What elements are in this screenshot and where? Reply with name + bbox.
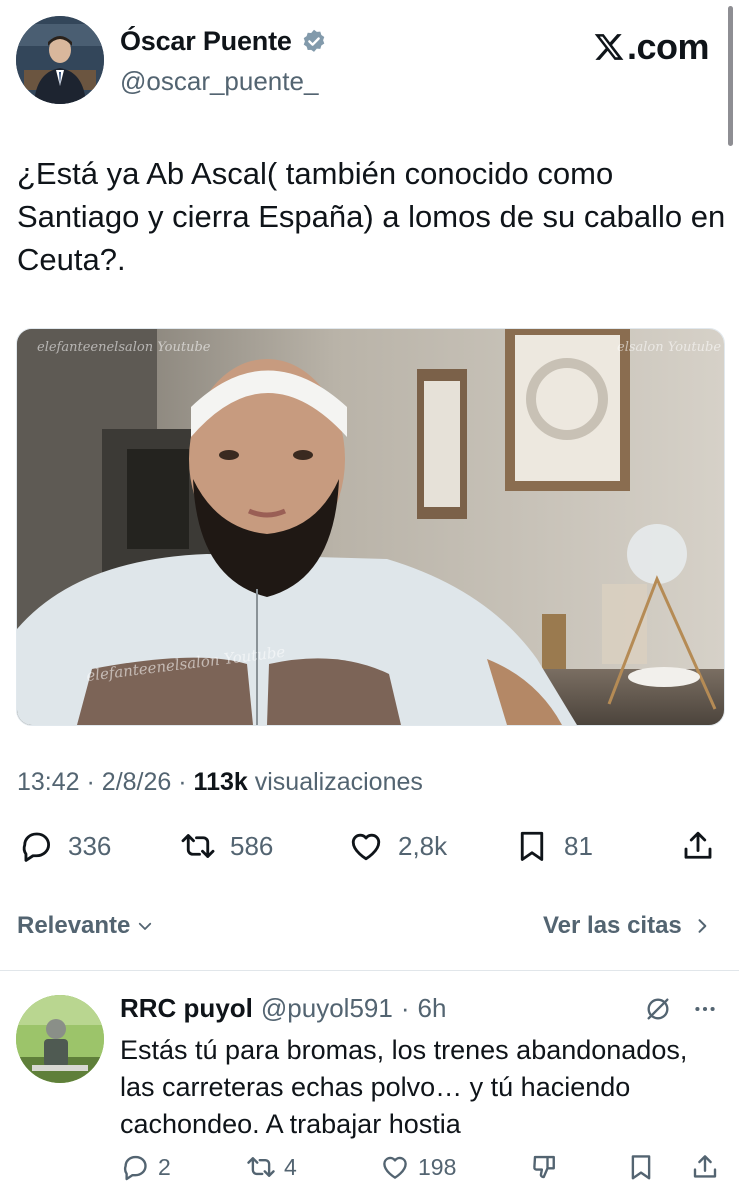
reply-button[interactable]: 336 <box>18 828 111 864</box>
bookmark-icon <box>631 1155 651 1180</box>
scrollbar[interactable] <box>728 6 733 146</box>
heart-icon <box>383 1156 407 1179</box>
video-frame: elefanteenelsalon Youtube elsalon Youtub… <box>17 329 724 725</box>
reply-header: RRC puyol @puyol591 · 6h <box>120 993 446 1024</box>
like-button[interactable]: 2,8k <box>348 828 447 864</box>
reply-time[interactable]: 6h <box>418 993 447 1024</box>
reply-avatar[interactable] <box>16 995 104 1083</box>
reply-reply-button[interactable]: 2 <box>120 1152 171 1182</box>
repost-icon <box>181 834 215 858</box>
view-quotes-link[interactable]: Ver las citas <box>543 912 712 940</box>
dislike-icon <box>533 1155 555 1179</box>
author-name[interactable]: Óscar Puente <box>120 26 328 57</box>
views-count[interactable]: 113k <box>194 768 248 796</box>
author-avatar[interactable] <box>16 16 104 104</box>
tweet-text: ¿Está ya Ab Ascal( también conocido como… <box>17 156 726 277</box>
x-brand: .com <box>593 26 710 68</box>
reply-reply-count: 2 <box>158 1153 171 1180</box>
divider <box>0 970 739 971</box>
grok-icon[interactable] <box>644 995 672 1023</box>
comment-icon <box>123 1155 147 1181</box>
reply-repost-button[interactable]: 4 <box>246 1152 297 1182</box>
tweet-date[interactable]: 2/8/26 <box>102 768 172 796</box>
share-icon <box>693 1155 717 1178</box>
reply-bookmark-button[interactable] <box>626 1152 656 1182</box>
reply-like-count: 198 <box>418 1153 457 1180</box>
reply-share-button[interactable] <box>690 1152 720 1182</box>
views-label[interactable]: visualizaciones <box>255 768 423 796</box>
comment-icon <box>22 832 51 862</box>
reply-author-handle[interactable]: @puyol591 <box>261 993 393 1024</box>
author-name-text[interactable]: Óscar Puente <box>120 26 292 57</box>
repost-button[interactable]: 586 <box>180 828 273 864</box>
share-button[interactable] <box>680 828 716 864</box>
bookmark-count: 81 <box>564 830 593 861</box>
sort-dropdown[interactable]: Relevante <box>17 912 154 940</box>
reply-actions: 2 4 198 <box>0 1152 739 1192</box>
reply-author-name[interactable]: RRC puyol <box>120 993 253 1024</box>
author-handle[interactable]: @oscar_puente_ <box>120 66 318 97</box>
repost-icon <box>247 1157 275 1177</box>
reply-menu-area <box>644 995 718 1023</box>
x-logo-icon <box>594 34 624 60</box>
reply-dislike-button[interactable] <box>530 1152 560 1182</box>
verified-badge-icon <box>303 29 324 52</box>
quotes-label: Ver las citas <box>543 912 682 939</box>
brand-text: .com <box>627 26 710 67</box>
like-count: 2,8k <box>398 830 448 861</box>
reply-like-button[interactable]: 198 <box>380 1152 456 1182</box>
video-watermark-top-right: elsalon Youtube <box>617 340 721 355</box>
reply-count: 336 <box>68 830 112 861</box>
bookmark-button[interactable]: 81 <box>514 828 593 864</box>
repost-count: 586 <box>230 830 274 861</box>
tweet-meta: 13:42 · 2/8/26 · 113k visualizaciones <box>17 768 423 796</box>
reply-repost-count: 4 <box>284 1153 297 1180</box>
share-icon <box>684 831 712 859</box>
more-icon[interactable] <box>692 996 718 1022</box>
tweet-actions: 336 586 2,8k 81 <box>0 828 739 872</box>
chevron-right-icon <box>698 919 707 933</box>
chevron-down-icon <box>139 922 152 930</box>
sort-label: Relevante <box>17 912 131 939</box>
bookmark-icon <box>520 831 544 861</box>
tweet-video[interactable]: elefanteenelsalon Youtube elsalon Youtub… <box>16 328 725 726</box>
tweet-time[interactable]: 13:42 <box>17 768 80 796</box>
video-watermark-top-left: elefanteenelsalon Youtube <box>37 340 211 355</box>
heart-icon <box>351 833 381 861</box>
reply-separator: · <box>400 993 410 1023</box>
reply-text: Estás tú para bromas, los trenes abandon… <box>120 1035 688 1139</box>
